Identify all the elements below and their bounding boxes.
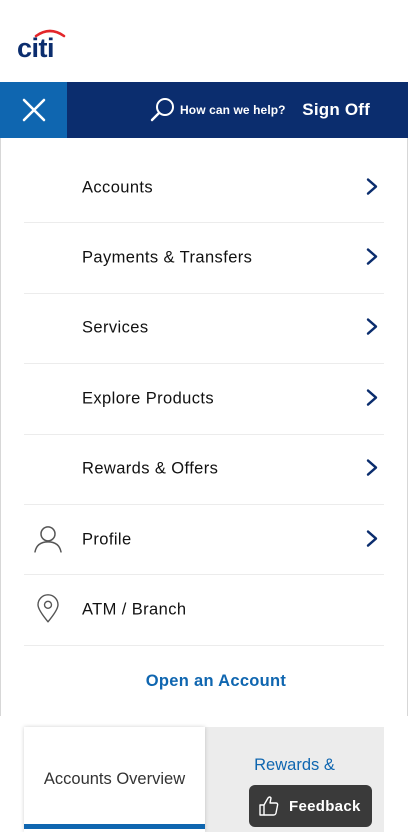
menu-item-label: Rewards & Offers (82, 459, 219, 478)
chevron-right-icon (366, 178, 378, 195)
menu-item-profile[interactable]: Profile (24, 505, 384, 576)
menu-item-payments-transfers[interactable]: Payments & Transfers (24, 223, 384, 294)
menu-item-atm-branch[interactable]: ATM / Branch (24, 575, 384, 646)
location-pin-icon (37, 594, 59, 623)
search-button[interactable]: How can we help? (150, 82, 286, 138)
close-icon (22, 98, 45, 122)
menu-item-accounts[interactable]: Accounts (24, 153, 384, 224)
chevron-right-icon (366, 318, 378, 336)
chevron-right-icon (366, 389, 378, 406)
tab-label: Rewards & (254, 756, 335, 774)
top-navbar: How can we help? Sign Off (0, 82, 408, 138)
close-menu-button[interactable] (0, 82, 67, 138)
tab-accounts-overview[interactable]: Accounts Overview (24, 727, 205, 832)
svg-text:citi: citi (17, 33, 54, 60)
menu-item-label: ATM / Branch (82, 600, 187, 619)
chevron-right-icon (366, 459, 378, 477)
feedback-label: Feedback (289, 797, 361, 815)
open-account-label: Open an Account (145, 672, 287, 691)
menu-item-label: Accounts (82, 178, 154, 197)
thumbs-up-icon (259, 796, 279, 816)
tab-label: Accounts Overview (43, 770, 186, 788)
search-icon (150, 98, 174, 122)
header: citi (0, 0, 408, 82)
menu-item-label: Payments & Transfers (82, 248, 253, 267)
chevron-right-icon (366, 248, 378, 265)
person-icon (34, 525, 62, 553)
sign-off-button[interactable]: Sign Off (302, 82, 370, 138)
menu-item-rewards-offers[interactable]: Rewards & Offers (24, 435, 384, 505)
main-menu: Accounts Payments & Transfers Services E… (24, 153, 384, 718)
menu-item-label: Profile (82, 530, 132, 549)
menu-item-label: Services (82, 318, 149, 337)
citi-logo[interactable]: citi (16, 26, 76, 60)
active-tab-indicator (24, 824, 205, 829)
feedback-button[interactable]: Feedback (249, 785, 372, 827)
chevron-right-icon (366, 530, 378, 547)
menu-item-services[interactable]: Services (24, 294, 384, 365)
menu-item-explore-products[interactable]: Explore Products (24, 364, 384, 435)
open-account-link[interactable]: Open an Account (24, 646, 384, 718)
menu-item-label: Explore Products (82, 389, 215, 408)
search-label: How can we help? (180, 103, 286, 117)
